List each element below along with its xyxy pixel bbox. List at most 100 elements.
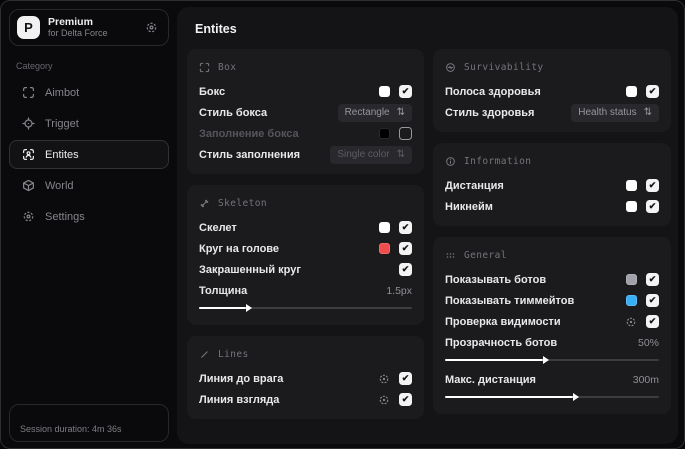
- fill-style-dropdown[interactable]: Single color ⇅: [330, 145, 412, 164]
- brand-settings-icon[interactable]: [145, 21, 158, 34]
- slider-track[interactable]: [199, 303, 412, 312]
- slider-track[interactable]: [445, 392, 659, 401]
- checkbox[interactable]: ✔: [399, 263, 412, 276]
- sidebar: P Premium for Delta Force Category Aimbo…: [9, 9, 169, 442]
- checkbox[interactable]: ✔: [399, 221, 412, 234]
- left-column: Box Бокс ✔ Стиль бокса Rectangle ⇅ Запол…: [187, 49, 424, 430]
- slider-track[interactable]: [445, 355, 659, 364]
- lines-section-header: Lines: [199, 346, 412, 362]
- app-window: P Premium for Delta Force Category Aimbo…: [0, 0, 685, 449]
- setting-label: Показывать тиммейтов: [445, 294, 575, 307]
- thickness-value: 1.5px: [386, 284, 412, 297]
- visibility-check-row: Проверка видимости ✔: [445, 311, 659, 332]
- box-enabled-row: Бокс ✔: [199, 81, 412, 102]
- checkbox[interactable]: ✔: [646, 273, 659, 286]
- color-swatch[interactable]: [379, 222, 390, 233]
- checkbox[interactable]: ✔: [646, 200, 659, 213]
- show-bots-row: Показывать ботов ✔: [445, 269, 659, 290]
- health-pulse-icon: [445, 62, 456, 73]
- check-icon: ✔: [648, 201, 657, 211]
- sidebar-item-label: Entites: [45, 148, 79, 161]
- checkbox[interactable]: ✔: [399, 85, 412, 98]
- aimbot-viewfinder-icon: [22, 86, 35, 99]
- general-section-header: General: [445, 247, 659, 263]
- skeleton-enabled-row: Скелет ✔: [199, 217, 412, 238]
- color-swatch[interactable]: [626, 295, 637, 306]
- checkbox[interactable]: ✔: [646, 294, 659, 307]
- category-label: Category: [16, 61, 53, 71]
- sidebar-item-trigget[interactable]: Trigget: [9, 109, 169, 138]
- check-icon: ✔: [401, 264, 410, 274]
- brand-logo: P: [17, 16, 40, 39]
- color-swatch[interactable]: [379, 128, 390, 139]
- thickness-slider[interactable]: [199, 302, 412, 314]
- checkbox[interactable]: ✔: [399, 127, 412, 140]
- slider-fill: [445, 392, 580, 401]
- sidebar-item-entites[interactable]: Entites: [9, 140, 169, 169]
- sidebar-item-world[interactable]: World: [9, 171, 169, 200]
- line-config-gear-icon[interactable]: [378, 394, 390, 406]
- setting-label: Стиль бокса: [199, 106, 268, 119]
- color-swatch[interactable]: [626, 201, 637, 212]
- line-config-gear-icon[interactable]: [378, 373, 390, 385]
- color-swatch[interactable]: [626, 274, 637, 285]
- setting-label: Скелет: [199, 221, 237, 234]
- page-title: Entites: [195, 22, 237, 36]
- brand-text: Premium for Delta Force: [48, 16, 108, 38]
- setting-label: Бокс: [199, 85, 226, 98]
- checkbox[interactable]: ✔: [646, 179, 659, 192]
- max-distance-slider[interactable]: [445, 391, 659, 403]
- lines-card: Lines Линия до врага ✔ Линия взгляда ✔: [187, 336, 424, 419]
- dropdown-value: Health status: [578, 107, 637, 118]
- box-style-row: Стиль бокса Rectangle ⇅: [199, 102, 412, 123]
- brand-subtitle: for Delta Force: [48, 28, 108, 39]
- box-style-dropdown[interactable]: Rectangle ⇅: [337, 103, 412, 122]
- bot-opacity-value: 50%: [637, 336, 659, 349]
- nickname-row: Никнейм ✔: [445, 196, 659, 217]
- pencil-line-icon: [199, 349, 210, 360]
- slider-thumb[interactable]: [573, 392, 580, 401]
- slider-thumb[interactable]: [543, 355, 550, 364]
- setting-label: Закрашенный круг: [199, 263, 301, 276]
- color-swatch[interactable]: [626, 180, 637, 191]
- setting-label: Прозрачность ботов: [445, 336, 558, 349]
- box-section-header: Box: [199, 59, 412, 75]
- box-fill-style-row: Стиль заполнения Single color ⇅: [199, 144, 412, 165]
- check-icon: ✔: [401, 222, 410, 232]
- checkbox[interactable]: ✔: [646, 85, 659, 98]
- bot-opacity-slider[interactable]: [445, 354, 659, 366]
- checkbox[interactable]: ✔: [646, 315, 659, 328]
- bot-opacity-row: Прозрачность ботов 50%: [445, 332, 659, 353]
- dropdown-value: Single color: [337, 149, 390, 160]
- section-title: Lines: [218, 348, 249, 360]
- sidebar-item-label: Settings: [45, 210, 85, 223]
- settings-gear-icon: [22, 210, 35, 223]
- slider-thumb[interactable]: [245, 303, 252, 312]
- check-icon: ✔: [648, 180, 657, 190]
- checkbox[interactable]: ✔: [399, 242, 412, 255]
- color-swatch[interactable]: [379, 86, 390, 97]
- setting-label: Стиль заполнения: [199, 148, 301, 161]
- checkbox[interactable]: ✔: [399, 393, 412, 406]
- dropdown-value: Rectangle: [344, 107, 390, 118]
- sidebar-item-label: Aimbot: [45, 86, 80, 99]
- color-swatch[interactable]: [626, 86, 637, 97]
- card-columns: Box Бокс ✔ Стиль бокса Rectangle ⇅ Запол…: [187, 49, 671, 430]
- health-style-dropdown[interactable]: Health status ⇅: [571, 103, 659, 122]
- section-title: Information: [464, 155, 532, 167]
- unfold-icon: ⇅: [643, 106, 652, 118]
- setting-label: Макс. дистанция: [445, 373, 536, 386]
- setting-label: Заполнение бокса: [199, 127, 299, 140]
- check-icon: ✔: [648, 86, 657, 96]
- visibility-config-gear-icon[interactable]: [625, 316, 637, 328]
- sidebar-item-aimbot[interactable]: Aimbot: [9, 78, 169, 107]
- sidebar-item-settings[interactable]: Settings: [9, 202, 169, 231]
- check-icon: ✔: [648, 274, 657, 284]
- checkbox[interactable]: ✔: [399, 372, 412, 385]
- max-distance-value: 300m: [632, 373, 659, 386]
- grid-dots-icon: [445, 250, 456, 261]
- show-teammates-row: Показывать тиммейтов ✔: [445, 290, 659, 311]
- section-title: Box: [218, 61, 237, 73]
- setting-label: Никнейм: [445, 200, 493, 213]
- color-swatch[interactable]: [379, 243, 390, 254]
